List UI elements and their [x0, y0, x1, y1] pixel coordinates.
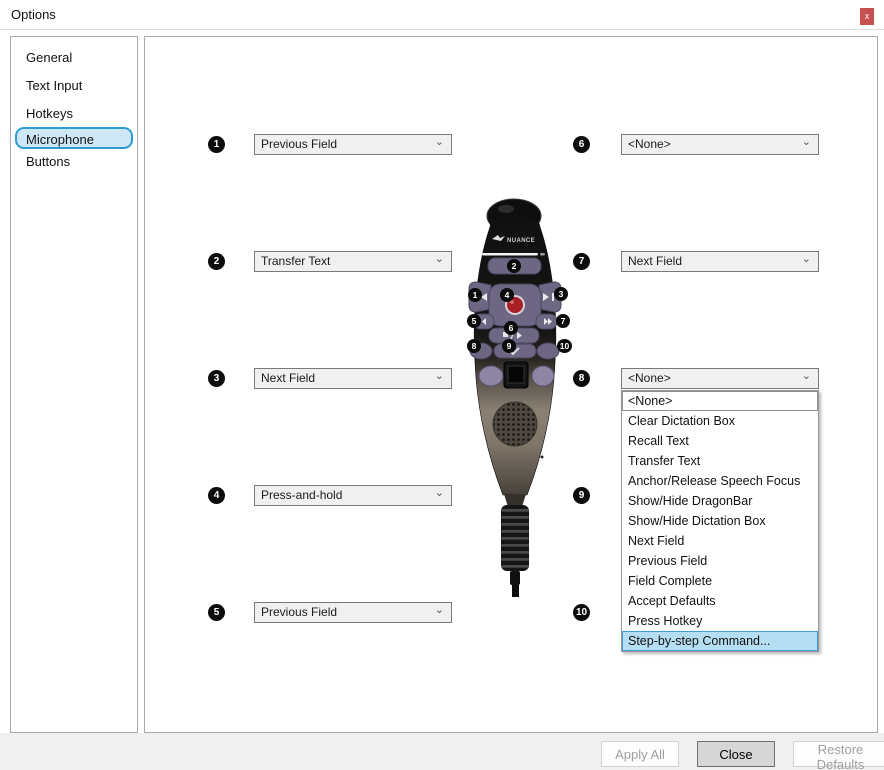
dropdown-value: Next Field — [261, 369, 315, 388]
chevron-down-icon: ⌄ — [802, 133, 811, 152]
sidebar-item-text-input[interactable]: Text Input — [15, 73, 133, 95]
window-title: Options — [11, 7, 56, 22]
mic-badge-10: 10 — [557, 339, 572, 353]
list-item-show-hide-dictation-box[interactable]: Show/Hide Dictation Box — [622, 511, 818, 531]
mic-badge-3: 3 — [554, 287, 568, 301]
mic-badge-6: 6 — [504, 321, 518, 335]
mic-badge-7: 7 — [556, 314, 570, 328]
list-item-accept-defaults[interactable]: Accept Defaults — [622, 591, 818, 611]
chevron-down-icon: ⌄ — [435, 250, 444, 269]
mic-badge-5: 5 — [467, 314, 481, 328]
options-dialog: Options x General Text Input Hotkeys Mic… — [0, 0, 884, 770]
button-3-badge: 3 — [208, 370, 225, 387]
button-6-badge: 6 — [573, 136, 590, 153]
list-item-show-hide-dragonbar[interactable]: Show/Hide DragonBar — [622, 491, 818, 511]
mic-badge-8: 8 — [467, 339, 481, 353]
button-5-action-dropdown[interactable]: Previous Field ⌄ — [254, 602, 452, 623]
title-bar: Options x — [0, 0, 884, 30]
mic-badge-2: 2 — [507, 259, 521, 273]
list-item-transfer-text[interactable]: Transfer Text — [622, 451, 818, 471]
list-item-press-hotkey[interactable]: Press Hotkey — [622, 611, 818, 631]
dropdown-value: <None> — [628, 135, 671, 154]
button-6-action-dropdown[interactable]: <None> ⌄ — [621, 134, 819, 155]
sidebar-item-hotkeys[interactable]: Hotkeys — [15, 101, 133, 123]
mic-badge-9: 9 — [502, 339, 516, 353]
button-2-badge: 2 — [208, 253, 225, 270]
button-5-badge: 5 — [208, 604, 225, 621]
powermic-illustration: NUANCE — [456, 197, 574, 599]
list-item-step-by-step-command[interactable]: Step-by-step Command... — [622, 631, 818, 651]
close-button[interactable]: Close — [697, 741, 775, 767]
list-item-previous-field[interactable]: Previous Field — [622, 551, 818, 571]
button-10-badge: 10 — [573, 604, 590, 621]
close-window-button[interactable]: x — [860, 8, 874, 25]
dropdown-value: Transfer Text — [261, 252, 330, 271]
list-item-none[interactable]: <None> — [622, 391, 818, 411]
button-7-action-dropdown[interactable]: Next Field ⌄ — [621, 251, 819, 272]
button-7-badge: 7 — [573, 253, 590, 270]
list-item-recall-text[interactable]: Recall Text — [622, 431, 818, 451]
dialog-footer: Apply All Close Restore Defaults — [0, 733, 884, 770]
list-item-clear-dictation-box[interactable]: Clear Dictation Box — [622, 411, 818, 431]
button-4-action-dropdown[interactable]: Press-and-hold ⌄ — [254, 485, 452, 506]
settings-nav-sidebar: General Text Input Hotkeys Microphone Bu… — [10, 36, 138, 733]
dropdown-value: Next Field — [628, 252, 682, 271]
button-8-badge: 8 — [573, 370, 590, 387]
button-1-badge: 1 — [208, 136, 225, 153]
button-4-badge: 4 — [208, 487, 225, 504]
dropdown-value: Previous Field — [261, 603, 337, 622]
chevron-down-icon: ⌄ — [435, 601, 444, 620]
button-2-action-dropdown[interactable]: Transfer Text ⌄ — [254, 251, 452, 272]
list-item-field-complete[interactable]: Field Complete — [622, 571, 818, 591]
dropdown-value: Press-and-hold — [261, 486, 342, 505]
mic-badge-4: 4 — [500, 288, 514, 302]
dropdown-value: <None> — [628, 369, 671, 388]
mic-badge-1: 1 — [468, 288, 482, 302]
apply-all-button[interactable]: Apply All — [601, 741, 679, 767]
chevron-down-icon: ⌄ — [435, 484, 444, 503]
button-8-open-dropdown-list: <None> Clear Dictation Box Recall Text T… — [621, 390, 819, 652]
list-item-next-field[interactable]: Next Field — [622, 531, 818, 551]
chevron-down-icon: ⌄ — [802, 367, 811, 386]
chevron-down-icon: ⌄ — [435, 367, 444, 386]
dropdown-value: Previous Field — [261, 135, 337, 154]
mic-brand-label: NUANCE — [507, 238, 535, 244]
button-8-action-dropdown[interactable]: <None> ⌄ — [621, 368, 819, 389]
button-3-action-dropdown[interactable]: Next Field ⌄ — [254, 368, 452, 389]
chevron-down-icon: ⌄ — [802, 250, 811, 269]
powermic-image: NUANCE — [456, 197, 574, 599]
button-1-action-dropdown[interactable]: Previous Field ⌄ — [254, 134, 452, 155]
restore-defaults-button[interactable]: Restore Defaults — [793, 741, 884, 767]
list-item-anchor-release-focus[interactable]: Anchor/Release Speech Focus — [622, 471, 818, 491]
sidebar-item-microphone-buttons[interactable]: Microphone Buttons — [15, 127, 133, 149]
microphone-buttons-panel: 1 Previous Field ⌄ 2 Transfer Text ⌄ 3 N… — [144, 36, 878, 733]
sidebar-item-general[interactable]: General — [15, 45, 133, 67]
button-9-badge: 9 — [573, 487, 590, 504]
chevron-down-icon: ⌄ — [435, 133, 444, 152]
